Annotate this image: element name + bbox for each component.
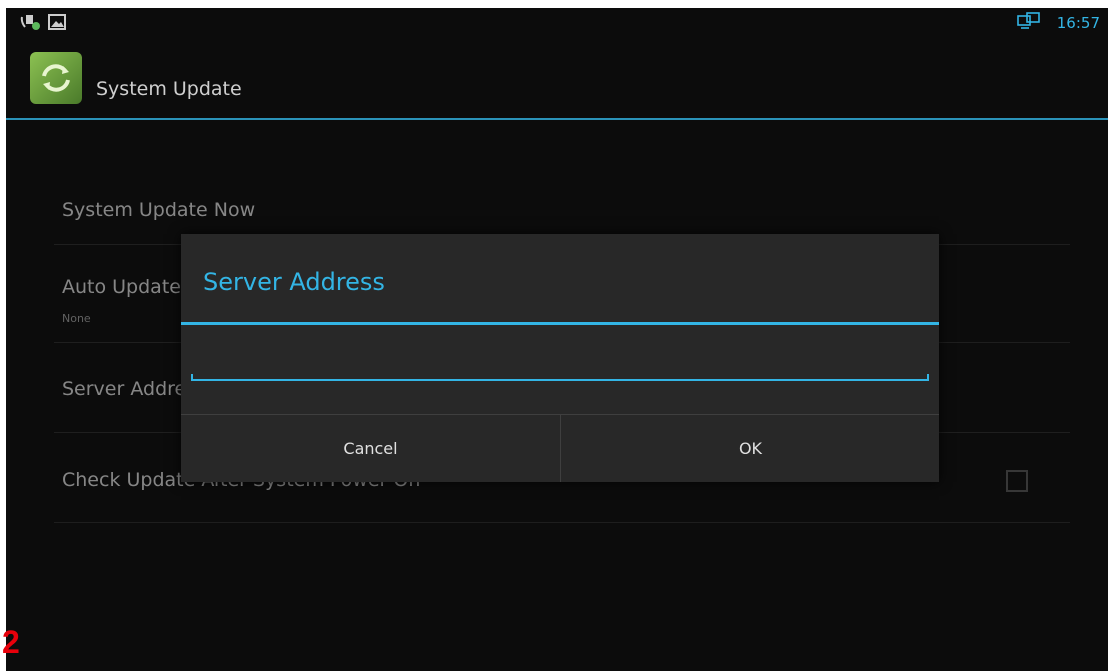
check-update-checkbox[interactable] <box>1006 470 1028 492</box>
device-screen: 16:57 System Update System Update Now Au… <box>6 8 1108 671</box>
pref-system-update-now[interactable]: System Update Now <box>62 199 255 221</box>
pref-auto-update-summary: None <box>62 312 91 325</box>
server-address-input[interactable] <box>191 344 933 392</box>
dialog-title: Server Address <box>203 268 385 296</box>
divider <box>54 522 1070 523</box>
dialog-title-divider <box>181 322 939 325</box>
cancel-button[interactable]: Cancel <box>181 415 560 482</box>
pref-auto-update[interactable]: Auto Update <box>62 276 181 298</box>
step-number-badge: 2 <box>2 624 20 660</box>
server-address-dialog: Server Address Cancel OK <box>181 234 939 482</box>
input-underline <box>191 379 929 381</box>
ok-button[interactable]: OK <box>560 415 940 482</box>
input-underline-tick <box>927 374 929 381</box>
input-underline-tick <box>191 374 193 381</box>
